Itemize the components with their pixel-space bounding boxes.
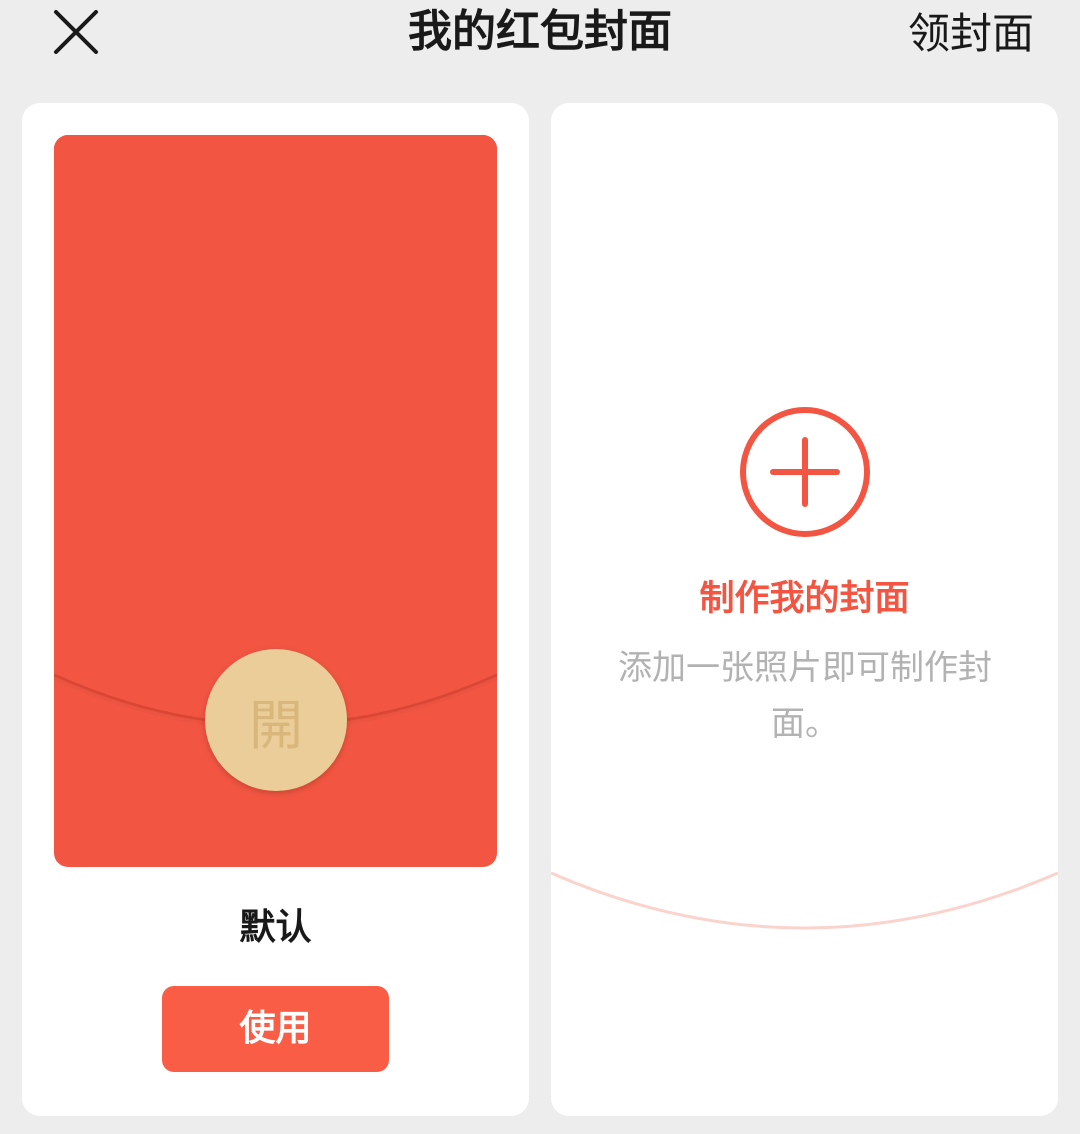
cover-name: 默认 [239, 907, 312, 948]
header-bar: 我的红包封面 领封面 [0, 0, 1080, 70]
open-seal-char: 開 [249, 693, 303, 757]
get-cover-link[interactable]: 领封面 [908, 4, 1034, 64]
close-icon [54, 10, 98, 54]
plus-circle-icon[interactable] [739, 406, 871, 538]
default-cover-card[interactable]: 開 默认 使用 [22, 103, 529, 1116]
make-cover-card[interactable]: 制作我的封面 添加一张照片即可制作封面。 [551, 103, 1058, 1116]
open-seal-button: 開 [205, 649, 347, 791]
use-button[interactable]: 使用 [162, 986, 389, 1072]
make-cover-title[interactable]: 制作我的封面 [551, 575, 1058, 623]
red-envelope-preview[interactable]: 開 [54, 135, 497, 867]
close-button[interactable] [50, 6, 102, 58]
make-cover-description: 添加一张照片即可制作封面。 [618, 648, 992, 744]
